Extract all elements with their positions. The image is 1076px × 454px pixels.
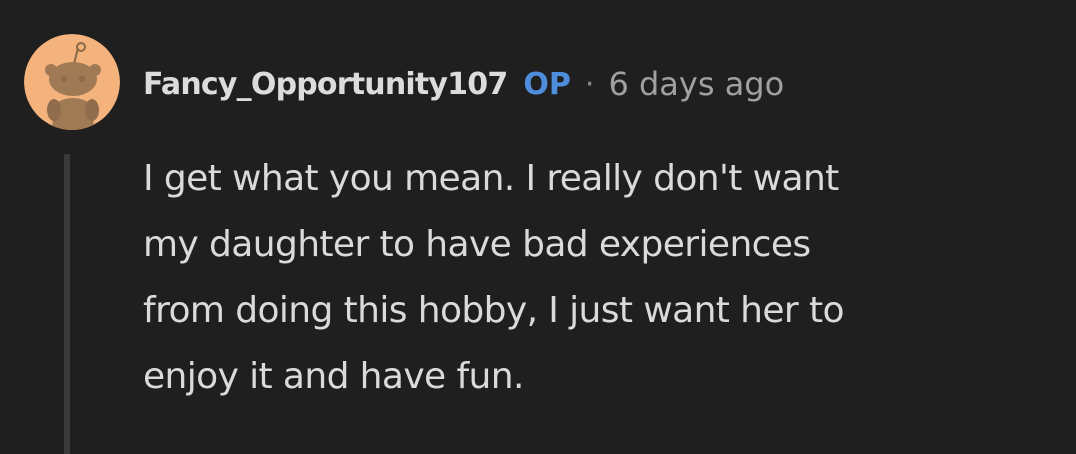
comment-body: I get what you mean. I really don't want… <box>143 146 1063 410</box>
comment-body-line: from doing this hobby, I just want her t… <box>143 290 845 331</box>
op-badge: OP <box>523 66 571 102</box>
author-username[interactable]: Fancy_Opportunity107 <box>143 67 508 102</box>
comment-body-line: enjoy it and have fun. <box>143 356 524 397</box>
snoo-avatar-icon[interactable] <box>24 34 120 130</box>
comment: Fancy_Opportunity107 OP · 6 days ago I g… <box>0 0 1076 454</box>
comment-body-line: I get what you mean. I really don't want <box>143 158 839 199</box>
comment-body-line: my daughter to have bad experiences <box>143 224 811 265</box>
comment-timestamp[interactable]: 6 days ago <box>608 65 784 103</box>
thread-collapse-line[interactable] <box>64 154 70 454</box>
meta-separator: · <box>584 66 595 102</box>
comment-meta: Fancy_Opportunity107 OP · 6 days ago <box>143 60 784 108</box>
